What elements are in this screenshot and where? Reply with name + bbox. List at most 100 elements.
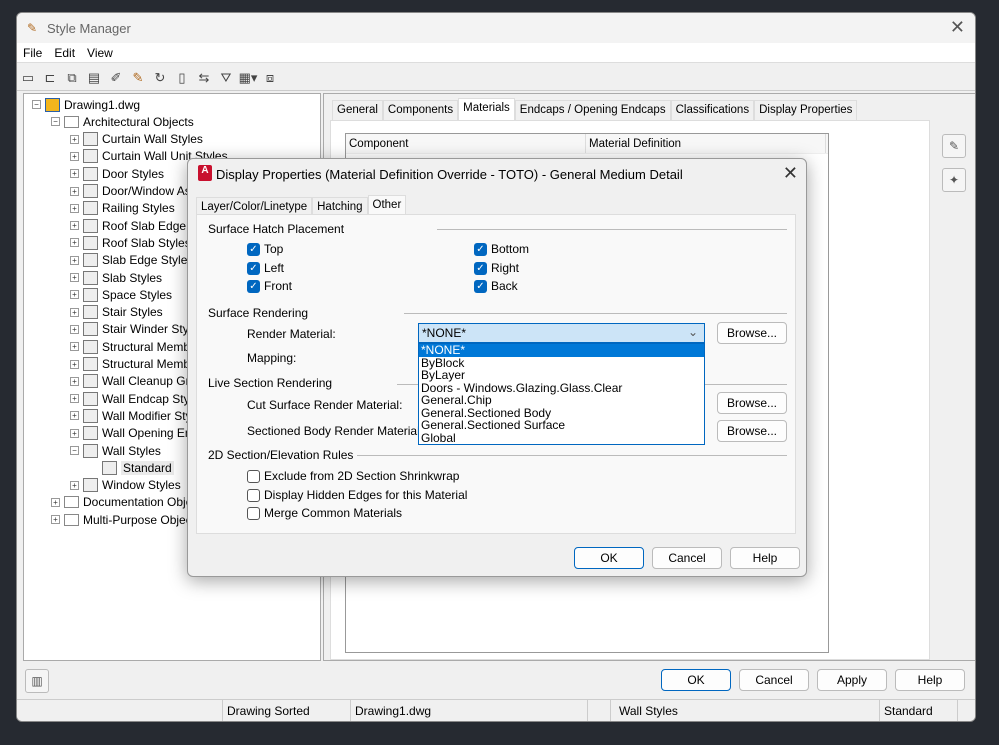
collapse-icon[interactable]: − xyxy=(70,446,79,455)
edit-style-icon[interactable]: ✎ xyxy=(128,68,148,88)
tab-materials[interactable]: Materials xyxy=(458,98,515,120)
tree-item[interactable]: + Wall Cleanup Grou xyxy=(70,373,203,390)
paste-icon[interactable]: ▤ xyxy=(84,68,104,88)
import-icon[interactable]: ▯ xyxy=(172,68,192,88)
tree-item[interactable]: − Drawing1.dwg xyxy=(32,96,140,113)
expand-icon[interactable]: + xyxy=(70,255,79,265)
bottom-checkbox[interactable]: ✓ Bottom xyxy=(474,242,529,256)
dialog-help-button[interactable]: Help xyxy=(730,547,800,569)
expand-icon[interactable]: + xyxy=(70,394,79,404)
render-material-dropdown[interactable]: *NONE* ByBlock ByLayer Doors - Windows.Glaz… xyxy=(418,343,705,445)
front-checkbox[interactable]: ✓ Front xyxy=(247,279,292,293)
tree-item[interactable]: + Structural Membe xyxy=(70,356,197,373)
expand-icon[interactable]: + xyxy=(70,307,79,317)
column-material-definition[interactable]: Material Definition xyxy=(586,134,826,153)
right-checkbox[interactable]: ✓ Right xyxy=(474,261,519,275)
render-material-select[interactable]: *NONE* ⌄ xyxy=(418,323,705,343)
expand-icon[interactable]: + xyxy=(70,186,79,196)
view-icon[interactable]: ▦▾ xyxy=(238,68,258,88)
tab-components[interactable]: Components xyxy=(382,100,459,120)
dropdown-option[interactable]: ByLayer xyxy=(419,369,704,382)
tree-item[interactable]: + Railing Styles xyxy=(70,200,175,217)
expand-icon[interactable]: + xyxy=(70,376,79,386)
tab-endcaps-opening-endcaps[interactable]: Endcaps / Opening Endcaps xyxy=(514,100,671,120)
filter-icon[interactable]: ⛛ xyxy=(216,68,236,88)
open-icon[interactable]: ⊏ xyxy=(40,68,60,88)
tree-item[interactable]: − Wall Styles xyxy=(70,442,161,459)
expand-icon[interactable]: + xyxy=(70,203,79,213)
tree-item[interactable]: + Window Styles xyxy=(70,477,181,494)
expand-icon[interactable]: + xyxy=(70,359,79,369)
close-icon[interactable]: ✕ xyxy=(950,17,965,38)
dropdown-option[interactable]: *NONE* xyxy=(419,344,704,357)
tree-item[interactable]: + Stair Winder Styles xyxy=(70,321,204,338)
expand-icon[interactable]: + xyxy=(70,238,79,248)
dialog-ok-button[interactable]: OK xyxy=(574,547,644,569)
cancel-button[interactable]: Cancel xyxy=(739,669,809,691)
tree-item[interactable]: + Structural Membe xyxy=(70,338,197,355)
tab-other[interactable]: Other xyxy=(367,195,407,216)
dropdown-option[interactable]: Global xyxy=(419,431,704,445)
toggle-icon[interactable]: ⧈ xyxy=(260,68,280,88)
new-icon[interactable]: ▭ xyxy=(18,68,38,88)
expand-icon[interactable]: + xyxy=(70,480,79,490)
ok-button[interactable]: OK xyxy=(661,669,731,691)
viewer-icon[interactable]: ▥ xyxy=(25,669,49,693)
expand-icon[interactable]: + xyxy=(70,169,79,179)
apply-button[interactable]: Apply xyxy=(817,669,887,691)
tree-item[interactable]: Standard xyxy=(89,459,174,476)
collapse-icon[interactable]: − xyxy=(32,100,41,109)
back-checkbox[interactable]: ✓ Back xyxy=(474,279,518,293)
menu-edit[interactable]: Edit xyxy=(48,43,81,63)
expand-icon[interactable]: + xyxy=(70,221,79,231)
expand-icon[interactable]: + xyxy=(70,342,79,352)
tree-item[interactable]: + Wall Modifier Style xyxy=(70,407,201,424)
tree-item[interactable]: + Stair Styles xyxy=(70,304,163,321)
browse-sectioned-body-button[interactable]: Browse... xyxy=(717,420,787,442)
menu-view[interactable]: View xyxy=(81,43,119,63)
help-button[interactable]: Help xyxy=(895,669,965,691)
tree-item[interactable]: − Architectural Objects xyxy=(51,113,194,130)
dropdown-option[interactable]: General.Chip xyxy=(419,394,704,407)
compare-icon[interactable]: ⇆ xyxy=(194,68,214,88)
purge-icon[interactable]: ✐ xyxy=(106,68,126,88)
display-hidden-edges-checkbox[interactable]: Display Hidden Edges for this Material xyxy=(247,488,467,502)
merge-materials-checkbox[interactable]: Merge Common Materials xyxy=(247,506,402,520)
left-checkbox[interactable]: ✓ Left xyxy=(247,261,284,275)
expand-icon[interactable]: + xyxy=(70,411,79,421)
expand-icon[interactable]: + xyxy=(70,324,79,334)
tree-item[interactable]: + Slab Edge Styles xyxy=(70,252,193,269)
expand-icon[interactable]: + xyxy=(70,273,79,282)
expand-icon[interactable]: + xyxy=(70,428,79,438)
tree-item[interactable]: + Multi-Purpose Object xyxy=(51,511,195,528)
tree-item[interactable]: + Curtain Wall Styles xyxy=(70,131,203,148)
tree-item[interactable]: + Documentation Objec xyxy=(51,494,198,511)
menu-file[interactable]: File xyxy=(17,43,48,63)
column-component[interactable]: Component xyxy=(346,134,586,153)
tab-classifications[interactable]: Classifications xyxy=(670,100,755,120)
tree-item[interactable]: + Roof Slab Styles xyxy=(70,234,191,251)
tree-item[interactable]: + Wall Endcap Styles xyxy=(70,390,205,407)
dialog-cancel-button[interactable]: Cancel xyxy=(652,547,722,569)
expand-icon[interactable]: + xyxy=(51,497,60,507)
exclude-shrinkwrap-checkbox[interactable]: Exclude from 2D Section Shrinkwrap xyxy=(247,469,459,483)
top-checkbox[interactable]: ✓ Top xyxy=(247,242,283,256)
tree-item[interactable]: + Space Styles xyxy=(70,286,172,303)
expand-icon[interactable]: + xyxy=(70,290,79,300)
tab-general[interactable]: General xyxy=(332,100,383,120)
sync-icon[interactable]: ↻ xyxy=(150,68,170,88)
collapse-icon[interactable]: − xyxy=(51,117,60,127)
expand-icon[interactable]: + xyxy=(70,134,79,144)
tree-item[interactable]: + Door/Window Ass xyxy=(70,183,197,200)
expand-icon[interactable]: + xyxy=(51,515,60,525)
copy-icon[interactable]: ⧉ xyxy=(62,68,82,88)
tree-item[interactable]: + Door Styles xyxy=(70,165,164,182)
add-material-icon[interactable]: ✦ xyxy=(942,168,966,192)
browse-render-material-button[interactable]: Browse... xyxy=(717,322,787,344)
tree-item[interactable]: + Slab Styles xyxy=(70,269,162,286)
tree-item[interactable]: + Wall Opening End xyxy=(70,425,198,442)
close-icon[interactable]: ✕ xyxy=(783,163,798,184)
browse-cut-surface-button[interactable]: Browse... xyxy=(717,392,787,414)
edit-material-icon[interactable]: ✎ xyxy=(942,134,966,158)
tab-display-properties[interactable]: Display Properties xyxy=(754,100,858,120)
